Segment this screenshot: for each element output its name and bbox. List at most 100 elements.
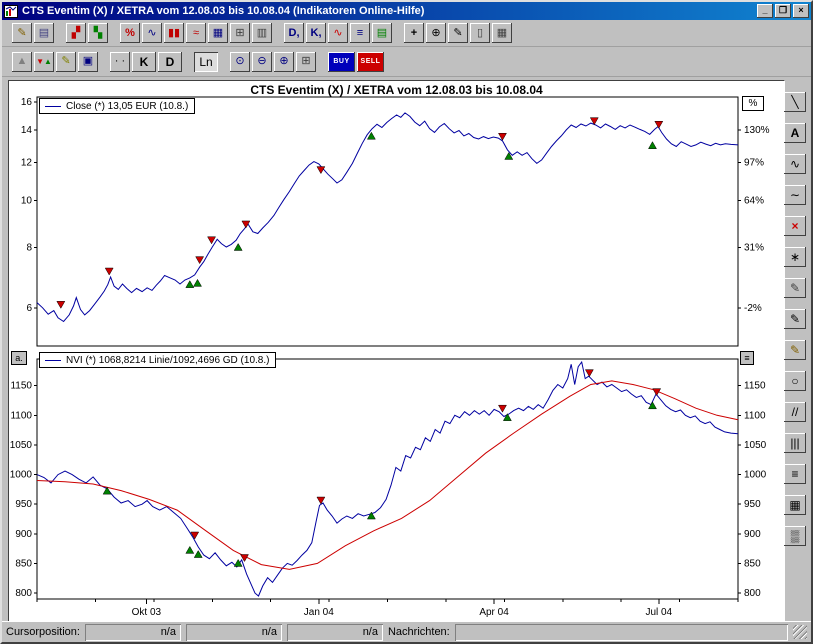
grid-settings-icon[interactable]: ▦ (492, 23, 512, 43)
app-window: CTS Eventim (X) / XETRA vom 12.08.03 bis… (0, 0, 813, 644)
y-axis-left-label: 800 (15, 588, 32, 599)
window-title: CTS Eventim (X) / XETRA vom 12.08.03 bis… (22, 5, 755, 17)
chart-wizard-icon[interactable]: ✎ (12, 23, 32, 43)
trendline-tool[interactable]: ╲ (784, 92, 806, 112)
cursor-field-2: n/a (186, 624, 282, 641)
quote-list-icon[interactable]: ▞ (66, 23, 86, 43)
grid-hatch-tool[interactable]: ▦ (784, 495, 806, 515)
resize-grip[interactable] (793, 625, 807, 639)
y-axis-left-label: 1000 (10, 470, 33, 481)
fan-lines-tool[interactable]: ∗ (784, 247, 806, 267)
x-axis-label: Jul 04 (645, 607, 672, 618)
daily-chart-button[interactable]: D (158, 52, 182, 72)
y-axis-right-label: -2% (744, 303, 762, 314)
toolbar-main: ✎▤▞▚%∿▮▮≈▦⊞▥D,K,∿≡▤+⊕✎▯▦ (2, 20, 811, 47)
drawing-tool-palette: ╲ A ∿ ∼ × ∗ ✎ ✎ ✎ ○ // ||| ≡ ▦ ▒ (783, 92, 807, 546)
y-axis-left-label: 950 (15, 499, 32, 510)
x-axis-label: Jan 04 (304, 607, 334, 618)
pane-menu-button[interactable]: ≡ (740, 351, 754, 365)
move-chart-icon[interactable]: ⊕ (426, 23, 446, 43)
buy-marker-button[interactable]: BUY (328, 52, 355, 72)
minimize-button[interactable]: _ (757, 4, 773, 18)
window-layout-icon[interactable]: ▣ (78, 52, 98, 72)
price-legend-text: Close (*) 13,05 EUR (10.8.) (66, 101, 188, 112)
dotted-line-icon[interactable]: · · (110, 52, 130, 72)
interval-d-icon[interactable]: D, (284, 23, 304, 43)
y-axis-left-label: 850 (15, 558, 32, 569)
cursor-field-1: n/a (85, 624, 181, 641)
draw-pencil-icon[interactable]: ✎ (448, 23, 468, 43)
zoom-tool-icon[interactable]: ⊙ (230, 52, 250, 72)
horizontal-hatch-tool[interactable]: ≡ (784, 464, 806, 484)
y-axis-right-label: 800 (744, 588, 761, 599)
zoom-out-icon[interactable]: ⊖ (252, 52, 272, 72)
nvi-legend: NVI (*) 1068,8214 Linie/1092,4696 GD (10… (39, 352, 276, 368)
y-axis-right-label: 850 (744, 558, 761, 569)
vertical-hatch-tool[interactable]: ||| (784, 433, 806, 453)
messages-label: Nachrichten: (388, 626, 450, 638)
plot-frame-0 (37, 97, 738, 346)
toolbar-chart: ▲▼▲✎▣ · ·KD Ln ⊙⊖⊕⊞ BUYSELL (2, 47, 811, 77)
y-axis-right-label: 1100 (744, 410, 766, 421)
indicator-pane-label[interactable]: a. (11, 351, 27, 365)
list-view-icon[interactable]: ≡ (350, 23, 370, 43)
data-table-icon[interactable]: ▤ (372, 23, 392, 43)
pencil-tool[interactable]: ✎ (784, 309, 806, 329)
text-tool[interactable]: A (784, 123, 806, 143)
percent-unit-box: % (742, 96, 764, 111)
percent-compare-icon[interactable]: % (120, 23, 140, 43)
x-axis-label: Okt 03 (132, 607, 162, 618)
y-axis-right-label: 950 (744, 499, 761, 510)
export-icon[interactable]: ⊞ (230, 23, 250, 43)
y-axis-right-label: 97% (744, 157, 764, 168)
curve-tool[interactable]: ∼ (784, 185, 806, 205)
interval-k-icon[interactable]: K, (306, 23, 326, 43)
hatch-pencil-tool[interactable]: ✎ (784, 278, 806, 298)
histogram-icon[interactable]: ▮▮ (164, 23, 184, 43)
toolbar-separator (184, 52, 192, 72)
shade-pattern-tool[interactable]: ▒ (784, 526, 806, 546)
marker-pencil-tool[interactable]: ✎ (784, 340, 806, 360)
toolbar-separator (394, 23, 402, 43)
zoom-in-icon[interactable]: ⊕ (274, 52, 294, 72)
notes-icon[interactable]: ▯ (470, 23, 490, 43)
line-chart-icon[interactable]: ∿ (142, 23, 162, 43)
delete-tool[interactable]: × (784, 216, 806, 236)
chart-title: CTS Eventim (X) / XETRA vom 12.08.03 bis… (9, 83, 784, 97)
y-axis-left-label: 6 (26, 303, 32, 314)
portfolio-icon[interactable]: ▚ (88, 23, 108, 43)
nvi-line-sample (45, 360, 61, 361)
app-icon (4, 5, 18, 18)
zigzag-icon[interactable]: ∿ (328, 23, 348, 43)
indicator-icon[interactable]: ≈ (186, 23, 206, 43)
signal-triangles-icon-part: ▼ (36, 58, 44, 66)
signal-triangles-icon[interactable]: ▼▲ (34, 52, 54, 72)
y-axis-right-label: 130% (744, 125, 770, 136)
y-axis-right-label: 64% (744, 196, 764, 207)
cursor-position-label: Cursorposition: (6, 626, 80, 638)
cursor-field-3: n/a (287, 624, 383, 641)
log-scale-button[interactable]: Ln (194, 52, 218, 72)
copy-chart-icon[interactable]: ▤ (34, 23, 54, 43)
zoom-area-icon[interactable]: ⊞ (296, 52, 316, 72)
wave-tool[interactable]: ∿ (784, 154, 806, 174)
y-axis-left-label: 1150 (10, 381, 32, 392)
print-icon[interactable]: ▥ (252, 23, 272, 43)
close-line-sample (45, 106, 61, 107)
ellipse-tool[interactable]: ○ (784, 371, 806, 391)
status-bar: Cursorposition: n/a n/a n/a Nachrichten: (2, 621, 811, 642)
x-axis-label: Apr 04 (479, 607, 509, 618)
y-axis-left-label: 1050 (10, 440, 33, 451)
maximize-button[interactable]: ❐ (775, 4, 791, 18)
y-axis-right-label: 1050 (744, 440, 767, 451)
crosshair-icon[interactable]: + (404, 23, 424, 43)
mountain-chart-icon[interactable]: ▲ (12, 52, 32, 72)
diagonal-hatch-tool[interactable]: // (784, 402, 806, 422)
close-button[interactable]: × (793, 4, 809, 18)
freehand-draw-icon[interactable]: ✎ (56, 52, 76, 72)
title-bar: CTS Eventim (X) / XETRA vom 12.08.03 bis… (2, 2, 811, 20)
candle-chart-button[interactable]: K (132, 52, 156, 72)
sell-marker-button[interactable]: SELL (357, 52, 384, 72)
table-icon[interactable]: ▦ (208, 23, 228, 43)
toolbar-separator (56, 23, 64, 43)
